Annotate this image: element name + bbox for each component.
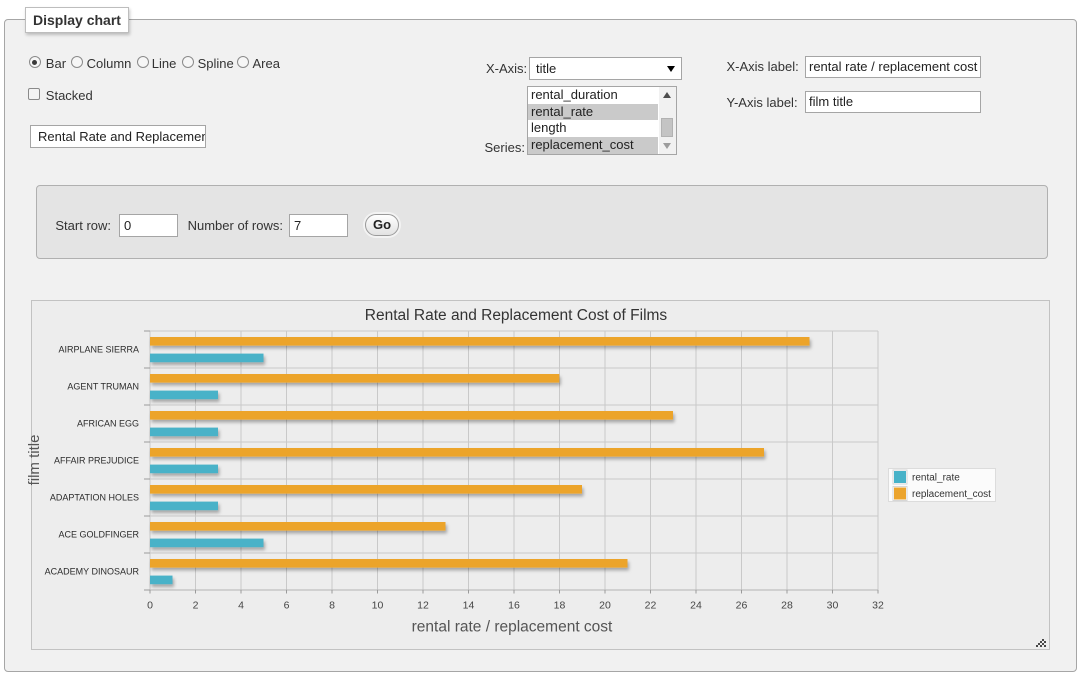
- svg-text:ACE GOLDFINGER: ACE GOLDFINGER: [58, 530, 139, 540]
- svg-text:26: 26: [736, 600, 748, 612]
- svg-text:ACADEMY DINOSAUR: ACADEMY DINOSAUR: [45, 567, 140, 577]
- svg-text:14: 14: [463, 600, 475, 612]
- svg-text:AFFAIR PREJUDICE: AFFAIR PREJUDICE: [54, 456, 139, 466]
- svg-text:28: 28: [781, 600, 793, 612]
- svg-text:18: 18: [554, 600, 566, 612]
- svg-text:12: 12: [417, 600, 429, 612]
- svg-text:10: 10: [372, 600, 384, 612]
- svg-text:AFRICAN EGG: AFRICAN EGG: [77, 419, 139, 429]
- svg-text:replacement_cost: replacement_cost: [912, 489, 991, 500]
- svg-text:16: 16: [508, 600, 520, 612]
- svg-text:rental_rate: rental_rate: [912, 473, 960, 484]
- svg-text:20: 20: [599, 600, 611, 612]
- svg-text:24: 24: [690, 600, 702, 612]
- svg-text:32: 32: [872, 600, 884, 612]
- svg-text:ADAPTATION HOLES: ADAPTATION HOLES: [50, 493, 139, 503]
- svg-text:6: 6: [284, 600, 290, 612]
- svg-text:rental rate / replacement cost: rental rate / replacement cost: [412, 619, 613, 636]
- svg-text:Rental Rate and Replacement Co: Rental Rate and Replacement Cost of Film…: [365, 307, 668, 324]
- svg-text:30: 30: [827, 600, 839, 612]
- svg-text:AIRPLANE SIERRA: AIRPLANE SIERRA: [58, 345, 139, 355]
- svg-text:8: 8: [329, 600, 335, 612]
- svg-text:AGENT TRUMAN: AGENT TRUMAN: [67, 382, 139, 392]
- svg-text:22: 22: [645, 600, 657, 612]
- svg-text:4: 4: [238, 600, 244, 612]
- svg-text:0: 0: [147, 600, 153, 612]
- svg-text:2: 2: [193, 600, 199, 612]
